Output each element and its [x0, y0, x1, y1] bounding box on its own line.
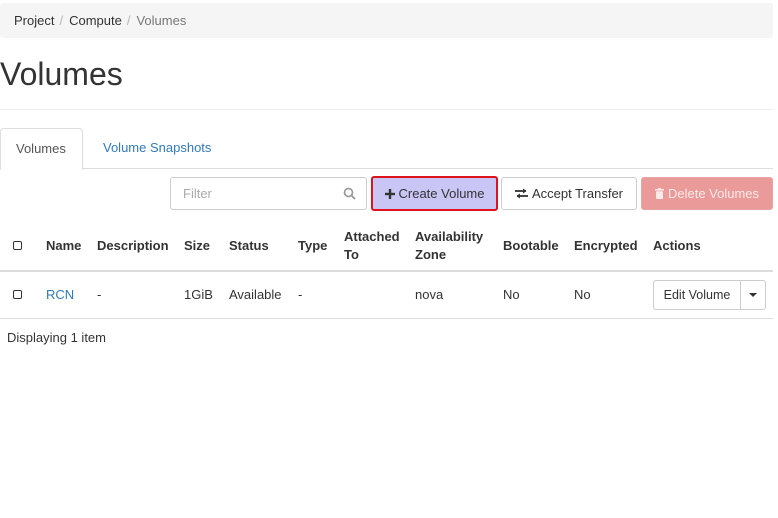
col-bootable[interactable]: Bootable: [503, 222, 574, 272]
cell-type: -: [298, 271, 344, 319]
item-count: Displaying 1 item: [7, 330, 106, 345]
breadcrumb-separator: /: [59, 13, 64, 28]
cell-encrypted: No: [574, 271, 653, 319]
breadcrumb: Project / Compute / Volumes: [0, 3, 773, 38]
delete-volumes-label: Delete Volumes: [667, 186, 760, 201]
volume-name-link[interactable]: RCN: [46, 287, 74, 302]
col-name[interactable]: Name: [46, 222, 97, 272]
breadcrumb-project[interactable]: Project: [14, 13, 54, 28]
col-availability-zone[interactable]: Availability Zone: [415, 222, 503, 272]
plus-icon: [384, 188, 395, 199]
delete-volumes-button[interactable]: Delete Volumes: [641, 177, 773, 210]
table-row: RCN - 1GiB Available - nova No No Edit V…: [0, 271, 773, 319]
col-type[interactable]: Type: [298, 222, 344, 272]
col-description[interactable]: Description: [97, 222, 184, 272]
col-actions: Actions: [653, 222, 773, 272]
cell-status: Available: [229, 271, 298, 319]
row-checkbox[interactable]: [13, 290, 22, 300]
accept-transfer-button[interactable]: Accept Transfer: [501, 177, 637, 210]
breadcrumb-separator: /: [126, 13, 131, 28]
select-all-checkbox[interactable]: [13, 241, 22, 250]
volumes-table: Name Description Size Status Type Attach…: [0, 222, 773, 319]
col-az-line2: Zone: [415, 247, 447, 262]
row-actions-group: Edit Volume: [653, 279, 773, 310]
col-az-line1: Availability: [415, 229, 484, 244]
create-volume-button[interactable]: Create Volume: [371, 176, 498, 211]
chevron-down-icon: [749, 292, 757, 297]
cell-size: 1GiB: [184, 271, 229, 319]
col-attached-to[interactable]: Attached To: [344, 222, 415, 272]
tab-volumes[interactable]: Volumes: [0, 128, 83, 170]
col-status[interactable]: Status: [229, 222, 298, 272]
cell-availability-zone: nova: [415, 271, 503, 319]
edit-volume-button[interactable]: Edit Volume: [653, 279, 741, 310]
page-title: Volumes: [0, 56, 123, 92]
trash-icon: [654, 188, 664, 199]
exchange-icon: [514, 188, 528, 199]
filter-input[interactable]: [183, 178, 343, 209]
cell-description: -: [97, 271, 184, 319]
table-header-row: Name Description Size Status Type Attach…: [0, 222, 773, 272]
col-attached-line1: Attached: [344, 229, 400, 244]
create-volume-label: Create Volume: [398, 186, 485, 201]
col-attached-line2: To: [344, 247, 359, 262]
accept-transfer-label: Accept Transfer: [531, 186, 624, 201]
breadcrumb-volumes: Volumes: [136, 13, 187, 28]
actions-dropdown-toggle[interactable]: [741, 279, 766, 310]
cell-attached-to: [344, 271, 415, 319]
breadcrumb-compute[interactable]: Compute: [69, 13, 122, 28]
col-size[interactable]: Size: [184, 222, 229, 272]
search-icon[interactable]: [343, 187, 356, 200]
title-divider: [0, 109, 773, 110]
cell-bootable: No: [503, 271, 574, 319]
filter-box: [170, 177, 367, 210]
col-encrypted[interactable]: Encrypted: [574, 222, 653, 272]
tab-bar: Volumes Volume Snapshots: [0, 128, 773, 170]
tab-volume-snapshots[interactable]: Volume Snapshots: [88, 128, 226, 169]
